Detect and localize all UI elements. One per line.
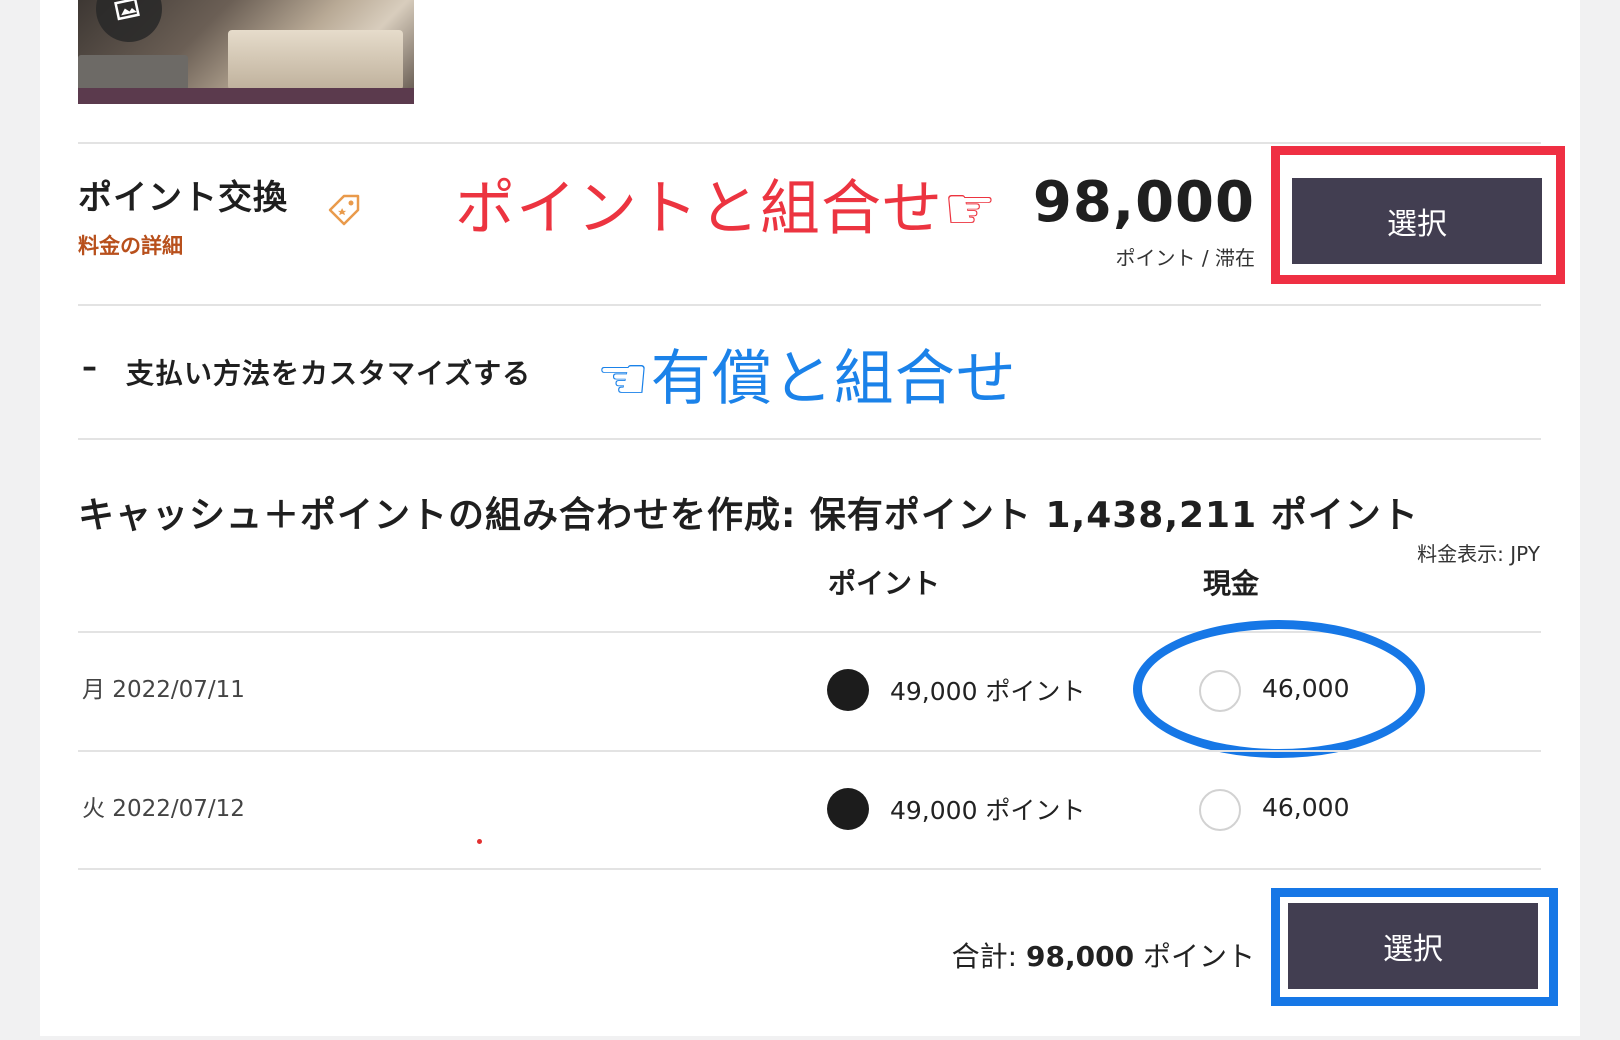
- annotation-red: ポイントと組合せ☞: [455, 174, 998, 244]
- points-price: 98,000: [1032, 170, 1255, 235]
- cash-radio[interactable]: [1199, 789, 1241, 831]
- annotation-blue-ellipse: [1133, 620, 1425, 758]
- gallery-icon-glyph: [114, 0, 140, 21]
- red-dot-mark: [477, 839, 482, 844]
- cash-option-label: 46,000: [1262, 793, 1350, 822]
- photo-sofa: [78, 55, 188, 90]
- photo-bed: [228, 30, 403, 90]
- points-radio[interactable]: [827, 788, 869, 830]
- points-option-label: 49,000 ポイント: [890, 796, 1086, 825]
- row-date: 火 2022/07/12: [82, 796, 245, 822]
- photo-rug: [78, 88, 414, 104]
- divider: [78, 438, 1541, 440]
- total-prefix: 合計:: [951, 940, 1018, 973]
- tag-icon[interactable]: [326, 192, 362, 228]
- column-header-cash: 現金: [1203, 567, 1260, 600]
- column-header-points: ポイント: [828, 567, 941, 600]
- select-combination-button[interactable]: 選択: [1288, 903, 1538, 989]
- rate-details-link[interactable]: 料金の詳細: [78, 230, 183, 260]
- annotation-blue: ☜有償と組合せ: [596, 344, 1017, 414]
- divider: [78, 142, 1541, 144]
- collapse-icon[interactable]: –: [82, 350, 97, 385]
- points-unit: ポイント / 滞在: [1115, 246, 1255, 270]
- redeem-title: ポイント交換: [78, 178, 288, 218]
- customize-payment-toggle[interactable]: 支払い方法をカスタマイズする: [126, 352, 531, 392]
- currency-note: 料金表示: JPY: [1417, 542, 1540, 566]
- combination-title: キャッシュ＋ポイントの組み合わせを作成: 保有ポイント 1,438,211 ポイ…: [78, 495, 1419, 536]
- total-points: 合計: 98,000 ポイント: [952, 935, 1255, 975]
- row-date: 月 2022/07/11: [82, 677, 245, 703]
- points-option-label: 49,000 ポイント: [890, 677, 1086, 706]
- divider: [78, 750, 1541, 752]
- total-value: 98,000: [1026, 940, 1135, 973]
- points-radio[interactable]: [827, 669, 869, 711]
- divider: [78, 868, 1541, 870]
- total-suffix: ポイント: [1142, 940, 1255, 973]
- select-button[interactable]: 選択: [1292, 178, 1542, 264]
- divider: [78, 304, 1541, 306]
